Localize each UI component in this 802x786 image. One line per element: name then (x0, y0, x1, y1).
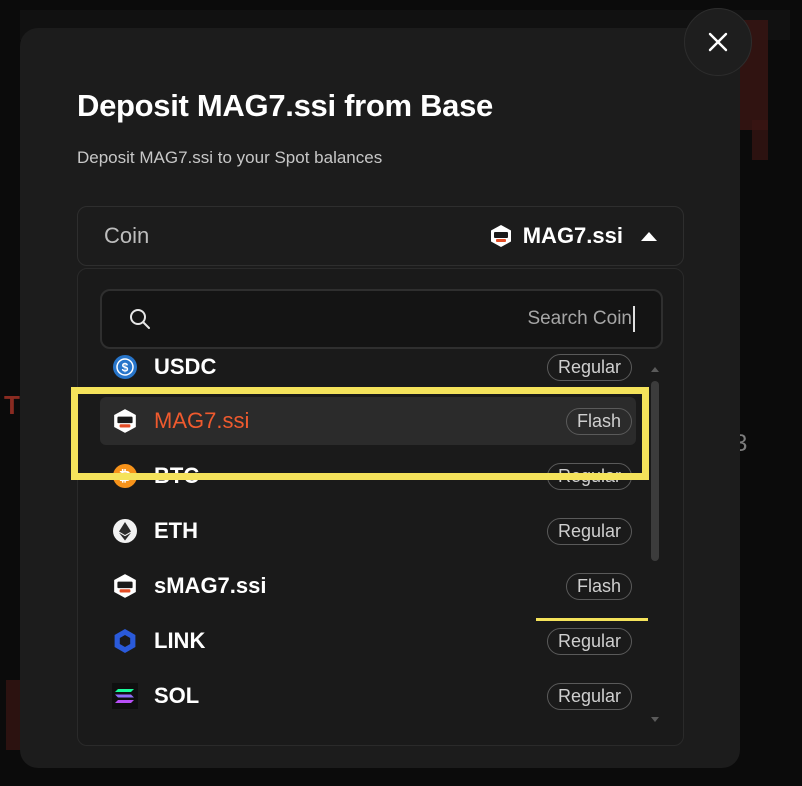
modal-title: Deposit MAG7.ssi from Base (77, 88, 493, 123)
search-input[interactable] (152, 308, 632, 330)
coin-type-badge: Regular (546, 462, 632, 490)
coin-row-btc[interactable]: ₿ BTC Regular (100, 452, 636, 500)
coin-row-usdc[interactable]: $ USDC Regular (100, 343, 636, 391)
coin-selected-name: MAG7.ssi (522, 223, 623, 248)
close-icon (708, 32, 728, 52)
coin-row-eth[interactable]: ETH Regular (100, 507, 636, 555)
caret-up-icon (641, 231, 657, 241)
coin-type-badge: Regular (546, 353, 632, 381)
coin-select-value: MAG7.ssi (489, 223, 657, 249)
background-chart-bar (6, 680, 20, 750)
coin-type-badge: Flash (565, 572, 632, 600)
coin-name: SOL (154, 683, 200, 708)
scroll-up-arrow-icon[interactable] (651, 367, 659, 372)
ssi-icon (112, 408, 138, 434)
coin-row-sol[interactable]: SOL Regular (100, 672, 636, 720)
coin-type-badge: Flash (565, 407, 632, 435)
background-glyph: T (4, 390, 20, 420)
coin-dropdown: $ USDC Regular MAG7.ssi Flash (77, 268, 684, 746)
ssi-icon (490, 225, 511, 247)
eth-icon (112, 518, 138, 544)
search-icon (130, 309, 150, 329)
scrollbar-thumb[interactable] (651, 381, 659, 561)
modal-subtitle: Deposit MAG7.ssi to your Spot balances (77, 148, 383, 167)
sol-icon (112, 683, 138, 709)
btc-icon: ₿ (112, 463, 138, 489)
coin-name: LINK (154, 628, 206, 653)
svg-text:₿: ₿ (119, 468, 131, 485)
svg-text:$: $ (122, 361, 129, 375)
coin-name: ETH (154, 518, 198, 543)
coin-row-smag7-ssi[interactable]: sMAG7.ssi Flash (100, 562, 636, 610)
background-chart-bar (752, 120, 768, 160)
link-icon (112, 628, 138, 654)
coin-select[interactable]: Coin MAG7.ssi (77, 206, 684, 266)
coin-type-badge: Regular (546, 517, 632, 545)
scroll-down-arrow-icon[interactable] (651, 717, 659, 722)
ssi-icon (112, 573, 138, 599)
coin-select-label: Coin (104, 223, 150, 248)
coin-row-link[interactable]: LINK Regular (100, 617, 636, 665)
coin-type-badge: Regular (546, 682, 632, 710)
coin-name: USDC (154, 354, 217, 379)
close-button[interactable] (684, 8, 752, 76)
scrollbar[interactable] (650, 367, 660, 727)
search-box[interactable] (100, 289, 663, 349)
coin-name: MAG7.ssi (154, 408, 250, 433)
usdc-icon: $ (112, 354, 138, 380)
coin-name: BTC (154, 463, 200, 488)
annotation-underline (536, 618, 648, 621)
coin-type-badge: Regular (546, 627, 632, 655)
coin-name: sMAG7.ssi (154, 573, 267, 598)
coin-row-mag7-ssi[interactable]: MAG7.ssi Flash (100, 397, 636, 445)
text-cursor (633, 306, 635, 332)
